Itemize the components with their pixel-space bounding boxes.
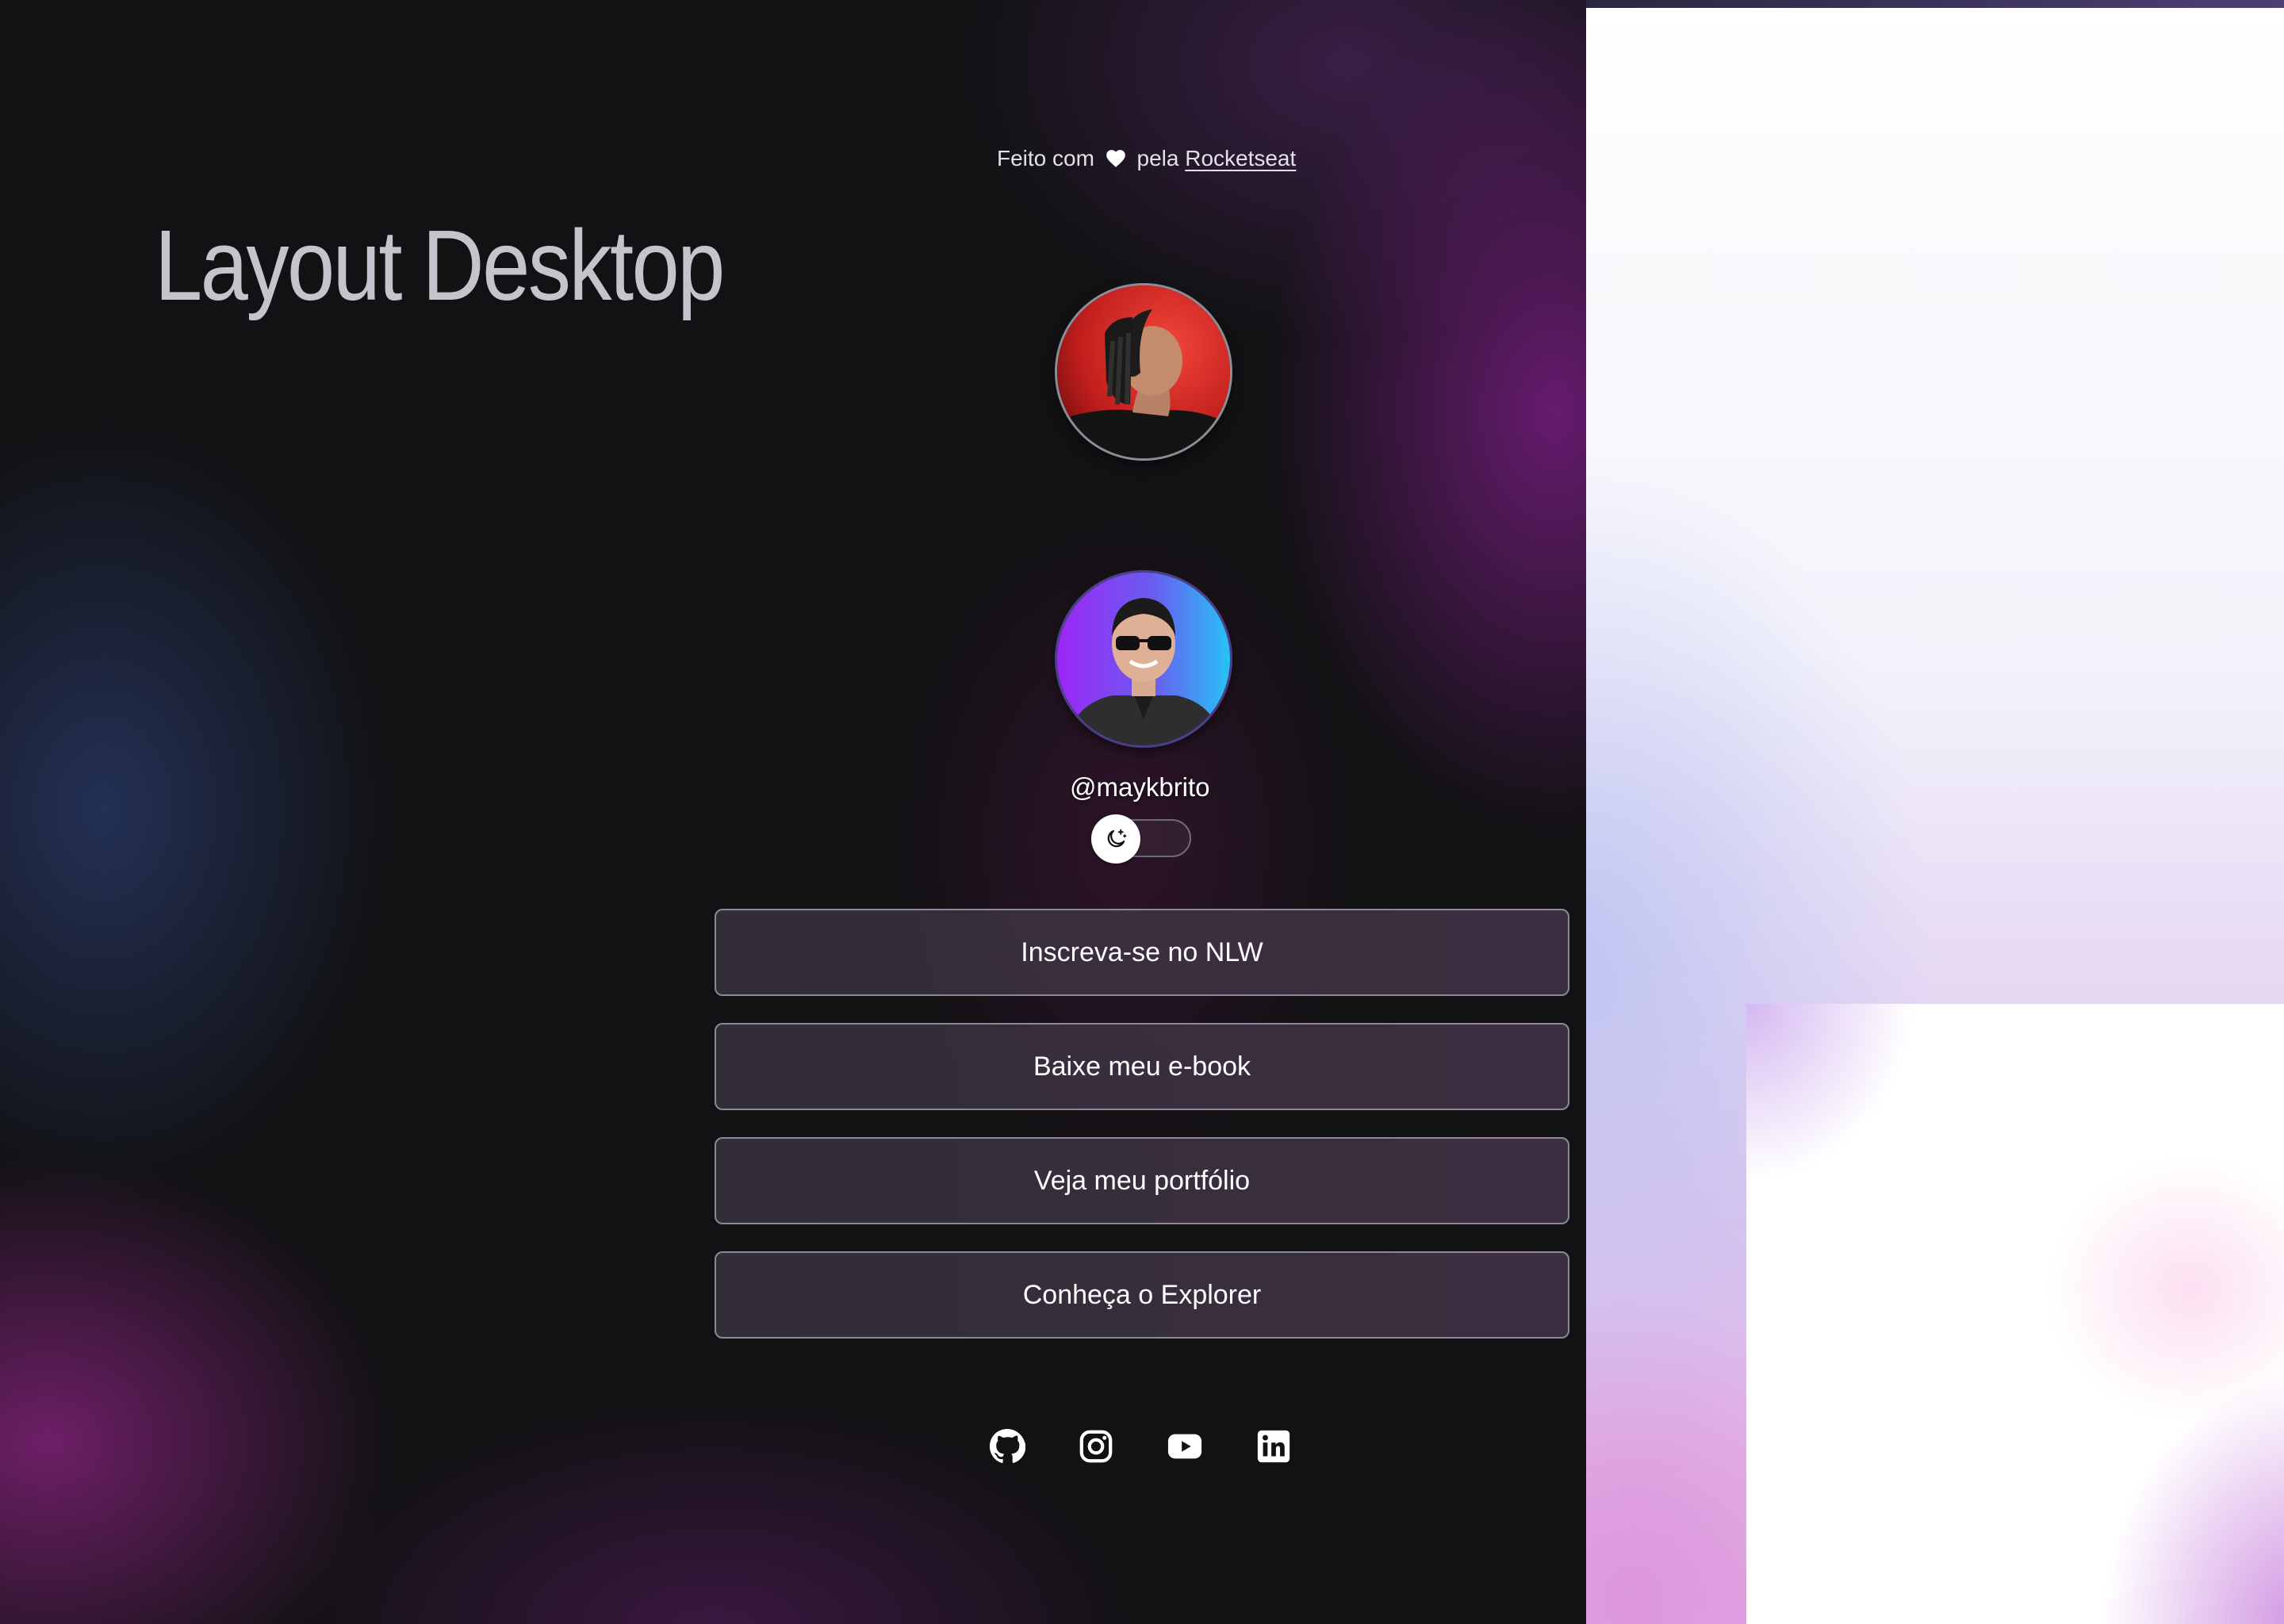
theme-toggle-switch[interactable] [1091, 814, 1191, 864]
avatar-sunglasses [1055, 570, 1232, 748]
heart-icon [1104, 147, 1128, 168]
credit-middle: pela [1136, 146, 1179, 170]
username: @maykbrito [1070, 772, 1210, 802]
social-links [988, 1427, 1293, 1465]
link-button-ebook[interactable]: Baixe meu e-book [715, 1023, 1569, 1110]
link-button-nlw[interactable]: Inscreva-se no NLW [715, 909, 1569, 996]
rocketseat-link[interactable]: Rocketseat [1185, 146, 1296, 170]
link-button-explorer[interactable]: Conheça o Explorer [715, 1251, 1569, 1339]
linkedin-icon[interactable] [1255, 1427, 1293, 1465]
preview-background-panel-secondary [1746, 1004, 2284, 1624]
youtube-icon[interactable] [1166, 1427, 1204, 1465]
instagram-icon[interactable] [1077, 1427, 1115, 1465]
preview-top-strip [1586, 0, 2284, 8]
avatar-profile-side [1055, 283, 1232, 461]
page-heading: Layout Desktop [155, 209, 725, 321]
credit-prefix: Feito com [997, 146, 1094, 170]
link-list: Inscreva-se no NLW Baixe meu e-book Veja… [715, 909, 1569, 1365]
github-icon[interactable] [988, 1427, 1026, 1465]
credit-line: Feito com pela Rocketseat [997, 146, 1296, 171]
light-theme-preview [1586, 0, 2284, 1624]
desktop-layout-canvas: Layout Desktop Feito com pela Rocketseat [0, 0, 1586, 1624]
switch-knob[interactable] [1091, 814, 1140, 864]
link-button-portfolio[interactable]: Veja meu portfólio [715, 1137, 1569, 1224]
moon-stars-icon [1107, 829, 1127, 848]
